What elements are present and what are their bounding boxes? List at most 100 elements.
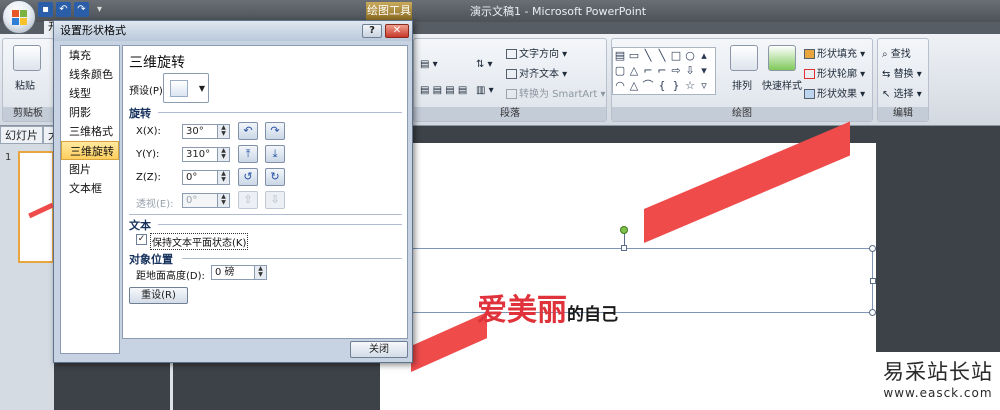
shape-scroll-icon[interactable]: ▴: [697, 48, 711, 63]
save-icon[interactable]: ▪: [38, 2, 53, 17]
keep-flat-checkbox[interactable]: ✓: [136, 234, 147, 245]
resize-handle-bottom-right[interactable]: [869, 309, 876, 316]
y-spin-arrows-icon[interactable]: ▲ ▼: [217, 148, 229, 161]
distance-spin-arrows-icon[interactable]: ▲ ▼: [254, 266, 266, 279]
smartart-icon: [506, 89, 517, 99]
distance-value: 0 磅: [215, 267, 235, 278]
x-rotate-right-icon[interactable]: ↷: [265, 122, 285, 140]
shape-text-icon[interactable]: ▭: [627, 48, 641, 63]
shape-connector-icon[interactable]: ⌐: [641, 63, 655, 78]
reset-button[interactable]: 重设(R): [129, 287, 188, 304]
shape-brace-close-icon[interactable]: }: [669, 78, 683, 93]
rotation-handle[interactable]: [620, 226, 628, 234]
tab-slides[interactable]: 幻灯片: [0, 126, 43, 144]
z-rotate-ccw-icon[interactable]: ↺: [238, 168, 258, 186]
z-spin-arrows-icon[interactable]: ▲ ▼: [217, 171, 229, 184]
nav-3d-rotation[interactable]: 三维旋转: [61, 141, 119, 160]
perspective-input[interactable]: 0° ▲ ▼: [182, 193, 230, 208]
keep-flat-label[interactable]: 保持文本平面状态(K): [150, 233, 249, 250]
paragraph-group-label: 段落: [414, 107, 606, 121]
quick-styles-icon[interactable]: [768, 45, 796, 71]
shape-fill-button[interactable]: 形状填充 ▾: [804, 45, 865, 60]
shape-expand-icon[interactable]: ▿: [697, 78, 711, 93]
distance-input[interactable]: 0 磅 ▲ ▼: [211, 265, 267, 280]
y-rotation-input[interactable]: 310° ▲ ▼: [182, 147, 230, 162]
shape-outline-button[interactable]: 形状轮廓 ▾: [804, 65, 865, 80]
shape-brace-open-icon[interactable]: {: [655, 78, 669, 93]
shape-arrow-down-icon[interactable]: ⇩: [683, 63, 697, 78]
resize-handle-right[interactable]: [870, 278, 876, 284]
shape-connector2-icon[interactable]: ⌐: [655, 63, 669, 78]
office-button[interactable]: [2, 0, 36, 34]
dialog-help-button[interactable]: ?: [362, 24, 382, 38]
y-rotate-down-icon[interactable]: ⤓: [265, 145, 285, 163]
nav-3d-format[interactable]: 三维格式: [61, 122, 119, 141]
dialog-close-x-button[interactable]: ✕: [385, 24, 409, 38]
x-spin-arrows-icon[interactable]: ▲ ▼: [217, 125, 229, 138]
preset-dropdown[interactable]: ▼: [163, 73, 209, 103]
z-rotation-value: 0°: [186, 172, 198, 183]
shape-more-icon[interactable]: ▾: [697, 63, 711, 78]
convert-smartart-button[interactable]: 转换为 SmartArt ▾: [506, 85, 606, 100]
vertical-splitter[interactable]: [170, 363, 173, 410]
clipboard-group-label: 剪贴板: [3, 107, 53, 121]
quick-access-toolbar: ▪ ↶ ↷ ▾: [38, 2, 107, 17]
redo-icon[interactable]: ↷: [74, 2, 89, 17]
resize-handle-top-right[interactable]: [869, 245, 876, 252]
find-button[interactable]: ⌕ 查找: [882, 45, 911, 60]
perspective-value: 0°: [186, 195, 198, 206]
slide-text[interactable]: 爱美丽的自己: [477, 285, 618, 329]
nav-shadow[interactable]: 阴影: [61, 103, 119, 122]
perspective-down-icon[interactable]: ⇩: [265, 191, 285, 209]
slide-thumbnail[interactable]: [18, 151, 54, 263]
perspective-spin-arrows-icon[interactable]: ▲ ▼: [217, 194, 229, 207]
select-button[interactable]: ↖ 选择 ▾: [882, 85, 922, 100]
z-rotate-cw-icon[interactable]: ↻: [265, 168, 285, 186]
nav-fill[interactable]: 填充: [61, 46, 119, 65]
paste-button[interactable]: 粘贴: [15, 77, 35, 92]
nav-line-style[interactable]: 线型: [61, 84, 119, 103]
shape-loop-icon[interactable]: ◠: [613, 78, 627, 93]
x-rotation-input[interactable]: 30° ▲ ▼: [182, 124, 230, 139]
qat-customize-icon[interactable]: ▾: [92, 2, 107, 17]
line-spacing-icon[interactable]: ⇅ ▾: [476, 59, 493, 70]
shape-line2-icon[interactable]: ╲: [655, 48, 669, 63]
dialog-title-bar[interactable]: 设置形状格式: [54, 21, 412, 41]
nav-picture[interactable]: 图片: [61, 160, 119, 179]
resize-handle-top[interactable]: [621, 245, 627, 251]
shape-triangle-icon[interactable]: △: [627, 63, 641, 78]
align-buttons[interactable]: ▤ ▤ ▤ ▤: [420, 85, 467, 96]
shape-curve-icon[interactable]: ⌒: [641, 78, 655, 93]
align-text-button[interactable]: 对齐文本 ▾: [506, 65, 567, 80]
quick-styles-button[interactable]: 快速样式: [762, 77, 802, 92]
bullets-icon[interactable]: ▤ ▾: [420, 59, 438, 70]
arrange-button[interactable]: 排列: [732, 77, 752, 92]
z-rotation-input[interactable]: 0° ▲ ▼: [182, 170, 230, 185]
undo-icon[interactable]: ↶: [56, 2, 71, 17]
text-direction-button[interactable]: 文字方向 ▾: [506, 45, 567, 60]
perspective-up-icon[interactable]: ⇧: [238, 191, 258, 209]
format-shape-dialog: 设置形状格式 ? ✕ 填充 线条颜色 线型 阴影 三维格式 三维旋转 图片 文本…: [53, 20, 413, 363]
shape-oval-icon[interactable]: ○: [683, 48, 697, 63]
columns-icon[interactable]: ▥ ▾: [476, 85, 494, 96]
x-rotation-label: X(X):: [136, 126, 161, 137]
drawing-tools-context-tab[interactable]: 绘图工具: [366, 2, 412, 20]
x-rotate-left-icon[interactable]: ↶: [238, 122, 258, 140]
shape-roundrect-icon[interactable]: ▢: [613, 63, 627, 78]
paste-icon[interactable]: [13, 45, 41, 71]
arrange-icon[interactable]: [730, 45, 758, 71]
y-rotate-up-icon[interactable]: ⤒: [238, 145, 258, 163]
shape-rect-icon[interactable]: □: [669, 48, 683, 63]
replace-button[interactable]: ⇆ 替换 ▾: [882, 65, 922, 80]
shape-triangle2-icon[interactable]: △: [627, 78, 641, 93]
nav-line-color[interactable]: 线条颜色: [61, 65, 119, 84]
shape-line-icon[interactable]: ╲: [641, 48, 655, 63]
shapes-gallery[interactable]: ▤ ▭ ╲ ╲ □ ○ ▴ ▢ △ ⌐ ⌐ ⇨ ⇩ ▾ ◠ △ ⌒{} ☆ ▿: [612, 47, 716, 95]
shape-star-icon[interactable]: ☆: [683, 78, 697, 93]
shape-arrow-right-icon[interactable]: ⇨: [669, 63, 683, 78]
shape-effects-button[interactable]: 形状效果 ▾: [804, 85, 865, 100]
selected-textbox[interactable]: [395, 248, 873, 313]
close-button[interactable]: 关闭: [350, 341, 408, 358]
shape-textbox-icon[interactable]: ▤: [613, 48, 627, 63]
nav-text-box[interactable]: 文本框: [61, 179, 119, 198]
